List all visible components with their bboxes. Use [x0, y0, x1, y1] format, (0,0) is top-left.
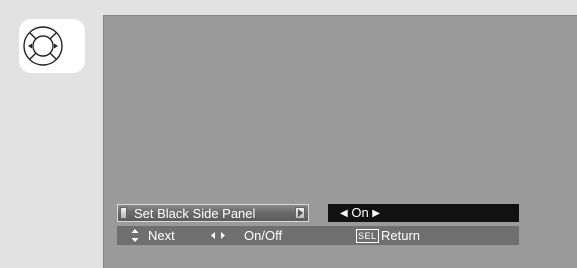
setting-value-content: ◀ On ▶: [340, 205, 380, 222]
setting-label-box[interactable]: Set Black Side Panel: [117, 204, 309, 222]
menu-handle-icon: [120, 207, 127, 219]
right-arrow-icon: ▶: [372, 208, 380, 219]
help-return-label: Return: [381, 228, 421, 243]
setting-value-selector[interactable]: ◀ On ▶: [328, 204, 519, 222]
help-bar: Next On/Off SEL Return: [117, 226, 519, 245]
setting-value: On: [351, 205, 369, 220]
help-next-label: Next: [148, 228, 175, 243]
setting-row[interactable]: Set Black Side Panel ◀ On ▶: [117, 204, 519, 222]
left-arrow-icon: ◀: [340, 208, 348, 219]
setting-label: Set Black Side Panel: [134, 206, 256, 221]
sel-key-icon: SEL: [356, 229, 379, 243]
page: Set Black Side Panel ◀ On ▶ Next On/Off …: [0, 0, 577, 268]
remote-dpad: [19, 19, 85, 73]
submenu-arrow-icon: [295, 207, 305, 219]
directional-pad-icon: [23, 26, 63, 66]
help-toggle-label: On/Off: [244, 228, 283, 243]
left-right-arrow-icon: [211, 232, 225, 239]
up-down-arrow-icon: [131, 229, 139, 242]
